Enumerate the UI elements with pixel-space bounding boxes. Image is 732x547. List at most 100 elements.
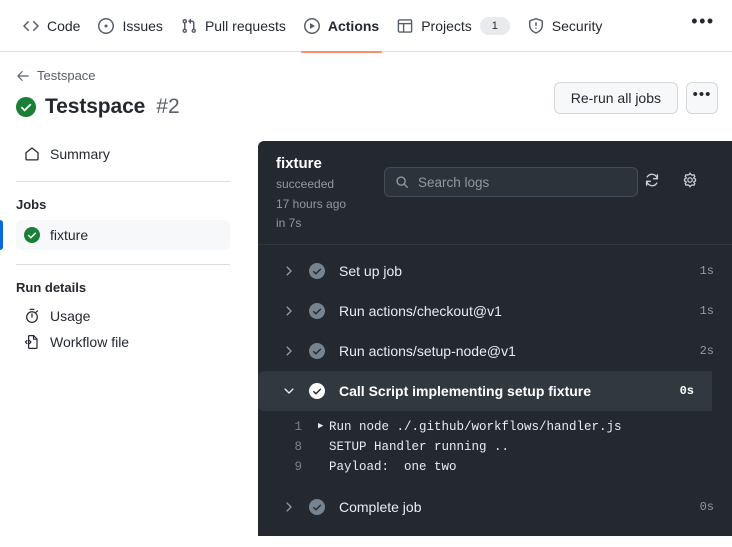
project-icon (397, 18, 413, 34)
logs-toolbar (384, 167, 716, 197)
check-circle-fill-icon (16, 97, 36, 117)
sidebar-item-label: Workflow file (50, 334, 130, 350)
nav-item-issues[interactable]: Issues (89, 0, 171, 52)
sidebar-item-label: Usage (50, 308, 91, 324)
logs-settings-button[interactable] (676, 168, 704, 196)
play-icon (303, 17, 320, 34)
file-code-icon (24, 334, 40, 350)
sidebar-item-workflow-file[interactable]: Workflow file (16, 329, 230, 355)
nav-item-pull-requests[interactable]: Pull requests (172, 0, 295, 52)
log-step-duration: 0s (679, 383, 694, 398)
check-circle-fill-icon (309, 498, 325, 515)
refresh-logs-button[interactable] (638, 168, 666, 196)
log-line-number: 9 (294, 459, 302, 474)
check-circle-fill-icon (309, 342, 325, 359)
logs-job-name: fixture (276, 155, 322, 172)
chevron-right-icon (282, 264, 296, 278)
sidebar-divider-2 (16, 264, 230, 265)
log-step-row[interactable]: Complete job 0s (258, 487, 732, 527)
stopwatch-icon (24, 308, 40, 324)
nav-item-label: Issues (122, 17, 163, 34)
log-line: 9 Payload: one two (258, 457, 732, 477)
log-step-name: Run actions/setup-node@v1 (339, 342, 516, 359)
log-output: 1 ▶ Run node ./.github/workflows/handler… (258, 411, 732, 487)
search-logs-input[interactable] (418, 174, 627, 190)
rerun-all-jobs-button[interactable]: Re-run all jobs (553, 82, 678, 114)
shield-icon (528, 17, 544, 34)
log-step-name: Call Script implementing setup fixture (339, 382, 592, 399)
nav-item-label: Security (551, 17, 603, 34)
logs-panel-header: fixture succeeded 17 hours ago in 7s (258, 141, 732, 245)
log-line: 1 ▶ Run node ./.github/workflows/handler… (258, 417, 732, 437)
log-line-number: 8 (294, 439, 302, 454)
code-icon (23, 18, 39, 34)
chevron-right-icon (282, 304, 296, 318)
search-logs-box[interactable] (384, 167, 638, 197)
home-icon (24, 146, 40, 162)
search-icon (395, 175, 409, 189)
page-title: Testspace (45, 95, 146, 118)
log-step-duration: 2s (699, 343, 714, 358)
logs-job-duration: in 7s (276, 216, 302, 230)
nav-item-security[interactable]: Security (519, 0, 612, 52)
log-step-duration: 0s (699, 499, 714, 514)
nav-item-label: Pull requests (204, 17, 286, 34)
breadcrumb-label: Testspace (37, 68, 96, 83)
sidebar-item-usage[interactable]: Usage (16, 303, 230, 329)
sidebar-job-label: fixture (50, 227, 89, 243)
log-step-row[interactable]: Run actions/checkout@v1 1s (258, 291, 732, 331)
sidebar-item-job-fixture[interactable]: fixture (0, 220, 230, 250)
run-header: Testspace Testspace #2 Re-run all jobs •… (0, 52, 732, 119)
nav-item-label: Code (47, 17, 81, 34)
issue-opened-icon (98, 17, 115, 34)
sync-icon (644, 172, 660, 193)
logs-job-when: 17 hours ago (276, 196, 347, 211)
log-step-duration: 1s (699, 303, 714, 318)
logs-panel: fixture succeeded 17 hours ago in 7s Sea… (258, 141, 732, 536)
chevron-right-icon (282, 344, 296, 358)
chevron-down-icon (282, 384, 296, 398)
run-number: #2 (156, 95, 180, 118)
repo-nav: Code Issues Pull requests Actions Projec… (0, 0, 732, 53)
sidebar: Summary Jobs fixture Run details Usage W… (0, 141, 230, 355)
log-line-text: Payload: one two (329, 459, 457, 474)
run-more-options-button[interactable]: ••• (686, 82, 718, 114)
log-step-row[interactable]: Run actions/setup-node@v1 2s (258, 331, 732, 371)
log-line-text: Run node ./.github/workflows/handler.js (329, 419, 622, 434)
check-circle-fill-icon (24, 227, 40, 243)
body: Summary Jobs fixture Run details Usage W… (0, 141, 732, 536)
nav-item-projects[interactable]: Projects 1 (388, 0, 519, 52)
log-steps: Set up job 1s Run actions/checkout@v1 1s (258, 245, 732, 527)
sidebar-item-label: Summary (50, 146, 110, 162)
nav-item-actions[interactable]: Actions (295, 0, 388, 53)
logs-job-summary: fixture succeeded 17 hours ago in 7s (276, 155, 384, 232)
log-step-name: Run actions/checkout@v1 (339, 302, 502, 319)
nav-item-code[interactable]: Code (14, 0, 89, 52)
log-step-row[interactable]: Set up job 1s (258, 251, 732, 291)
nav-more-button[interactable]: ••• (688, 11, 718, 41)
arrow-left-icon (16, 69, 30, 83)
log-step-name: Set up job (339, 262, 403, 279)
git-pull-request-icon (181, 18, 197, 34)
chevron-right-icon (282, 500, 296, 514)
sidebar-heading-run-details: Run details (16, 280, 87, 295)
projects-counter: 1 (479, 16, 510, 35)
log-step-name: Complete job (339, 498, 422, 515)
nav-item-label: Projects (421, 17, 472, 34)
log-line: 8 SETUP Handler running .. (258, 437, 732, 457)
sidebar-divider-1 (16, 181, 230, 182)
check-circle-fill-icon (309, 302, 325, 319)
check-circle-fill-icon (309, 262, 325, 279)
sidebar-heading-jobs: Jobs (16, 197, 47, 212)
header-actions: Re-run all jobs ••• (553, 82, 718, 114)
nav-item-label: Actions (327, 17, 380, 34)
gear-icon (682, 171, 698, 193)
log-step-row-expanded[interactable]: Call Script implementing setup fixture 0… (258, 370, 712, 411)
sidebar-item-summary[interactable]: Summary (16, 141, 230, 167)
log-expand-caret-icon[interactable]: ▶ (318, 422, 329, 431)
logs-job-status: succeeded (276, 177, 335, 191)
log-step-duration: 1s (699, 263, 714, 278)
check-circle-fill-icon (309, 382, 325, 399)
log-line-number: 1 (294, 419, 302, 434)
breadcrumb[interactable]: Testspace (16, 68, 96, 83)
